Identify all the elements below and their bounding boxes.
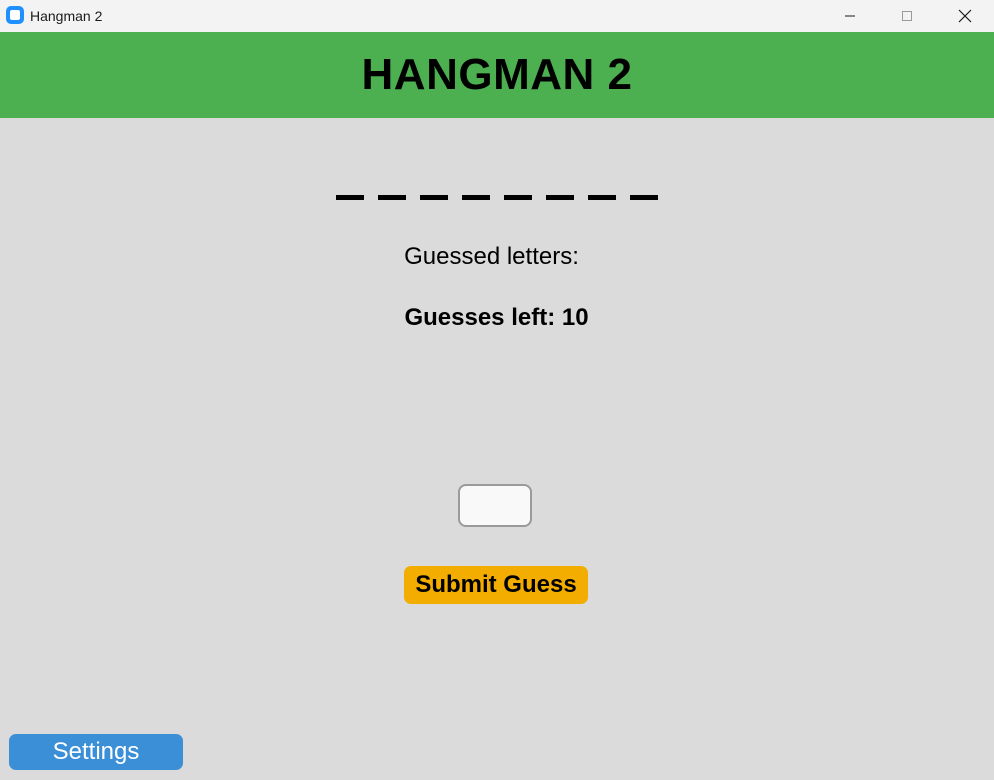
guessed-letters-label: Guessed letters: xyxy=(404,243,579,270)
maximize-button[interactable] xyxy=(878,0,936,32)
close-button[interactable] xyxy=(936,0,994,32)
guesses-left-label: Guesses left: 10 xyxy=(404,304,589,331)
app-header: HANGMAN 2 xyxy=(0,32,994,118)
minimize-button[interactable] xyxy=(821,0,879,32)
letter-blank xyxy=(462,195,490,200)
letter-blank xyxy=(336,195,364,200)
letter-blank xyxy=(378,195,406,200)
maximize-icon xyxy=(902,11,912,21)
letter-blank xyxy=(546,195,574,200)
close-icon xyxy=(958,9,972,23)
settings-button[interactable]: Settings xyxy=(9,734,183,770)
window-title: Hangman 2 xyxy=(30,8,103,24)
minimize-icon xyxy=(845,15,855,17)
letter-blank xyxy=(420,195,448,200)
letter-blank xyxy=(630,195,658,200)
page-title: HANGMAN 2 xyxy=(361,50,633,99)
window-titlebar: Hangman 2 xyxy=(0,0,994,32)
letter-blank xyxy=(588,195,616,200)
app-icon xyxy=(6,6,24,24)
letter-blank xyxy=(504,195,532,200)
submit-guess-button[interactable]: Submit Guess xyxy=(404,566,588,604)
word-blanks xyxy=(0,170,994,220)
letter-input[interactable] xyxy=(458,484,532,527)
